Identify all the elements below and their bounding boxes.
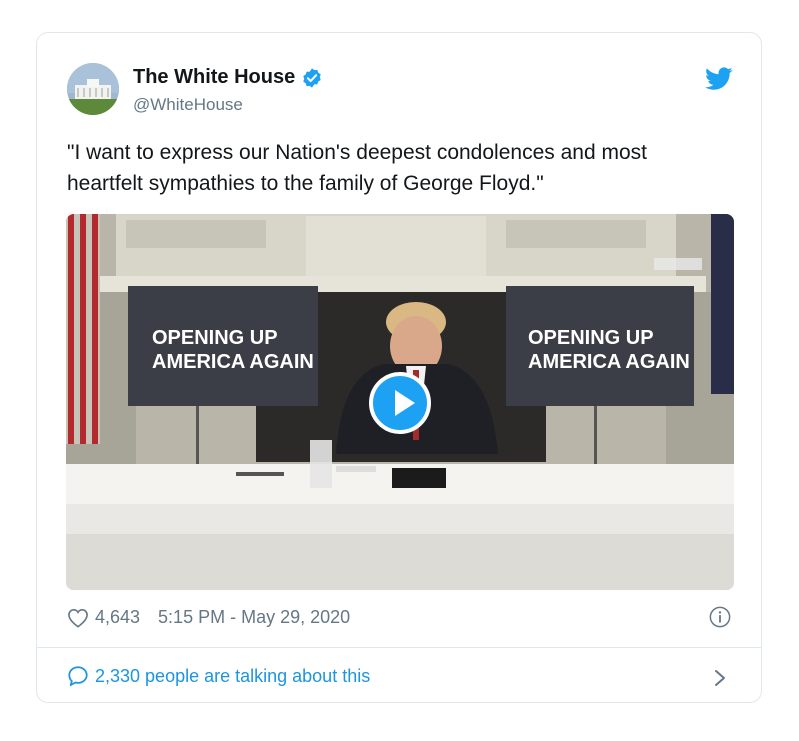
chevron-right-icon[interactable]: [713, 668, 727, 688]
tweet-card: The White House @WhiteHouse "I want to e…: [36, 32, 762, 703]
heart-icon[interactable]: [67, 608, 89, 628]
sign-left-line1: OPENING UP: [152, 327, 278, 349]
sign-right-line1: OPENING UP: [528, 327, 654, 349]
sign-left-line2: AMERICA AGAIN: [152, 351, 314, 373]
tweet-meta: 4,643 5:15 PM - May 29, 2020: [67, 607, 350, 628]
twitter-bird-icon[interactable]: [705, 67, 733, 91]
play-button[interactable]: [369, 372, 431, 434]
author-handle[interactable]: @WhiteHouse: [133, 95, 243, 115]
tweet-text: "I want to express our Nation's deepest …: [67, 141, 647, 195]
conversation-count: 2,330 people are talking about this: [95, 665, 371, 686]
author-name[interactable]: The White House: [133, 66, 295, 89]
video-player[interactable]: OPENING UP AMERICA AGAIN OPENING UP AMER…: [66, 214, 734, 590]
verified-badge-icon: [303, 67, 321, 88]
speech-bubble-icon: [68, 666, 88, 687]
info-icon[interactable]: [709, 606, 731, 628]
like-count[interactable]: 4,643: [95, 607, 140, 628]
conversation-link[interactable]: 2,330 people are talking about this: [67, 665, 370, 687]
play-icon: [395, 390, 415, 416]
divider: [37, 647, 761, 648]
sign-right-line2: AMERICA AGAIN: [528, 351, 690, 373]
author-row: The White House: [133, 66, 323, 89]
tweet-timestamp[interactable]: 5:15 PM - May 29, 2020: [158, 607, 350, 628]
avatar[interactable]: [67, 63, 119, 115]
